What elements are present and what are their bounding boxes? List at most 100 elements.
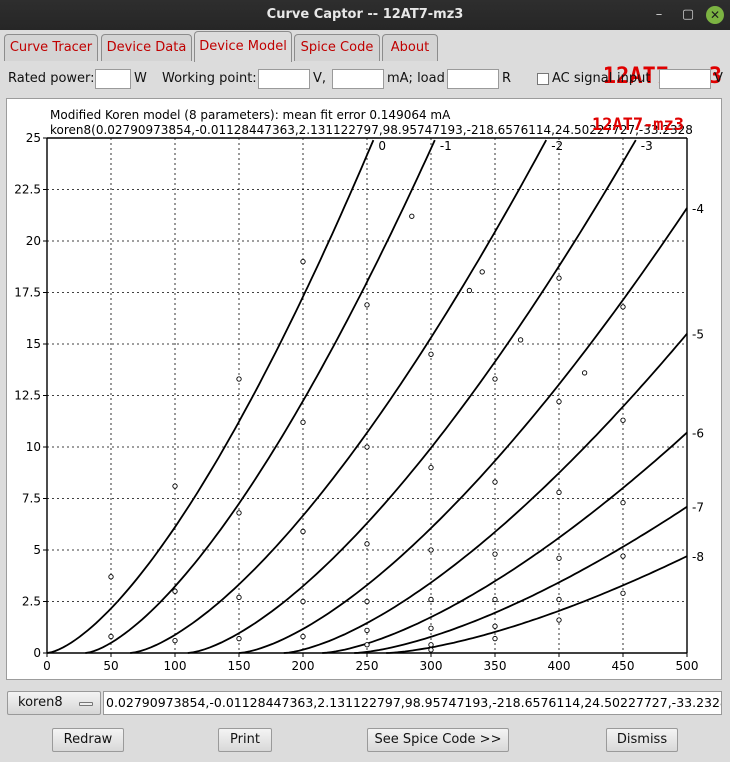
- data-point: [236, 594, 242, 601]
- data-point: [236, 376, 242, 382]
- x-tick-label: 50: [103, 659, 118, 673]
- working-point-label: Working point:: [162, 71, 257, 86]
- x-tick-label: 0: [43, 659, 51, 673]
- data-point: [556, 555, 562, 561]
- data-point: [428, 464, 434, 471]
- plate-curve--5: [283, 333, 688, 654]
- data-point: [492, 479, 498, 485]
- data-point: [620, 417, 626, 423]
- data-point: [466, 287, 473, 294]
- load-input[interactable]: [447, 69, 499, 89]
- dismiss-button[interactable]: Dismiss: [606, 728, 678, 752]
- plot-labels: 0 -1 -2 -3 -4 -5 -6 -7 -8: [378, 139, 704, 564]
- data-point: [492, 551, 498, 557]
- input-label: input: [617, 71, 651, 86]
- rated-power-label: Rated power:: [8, 71, 95, 86]
- data-point: [300, 633, 306, 640]
- x-tick-label: 250: [356, 659, 379, 673]
- title-bar[interactable]: Curve Captor -- 12AT7-mz3 – ▢ ✕: [0, 0, 730, 30]
- data-point: [556, 489, 562, 495]
- load-unit: R: [502, 71, 512, 86]
- curve-label--6: -6: [692, 427, 704, 441]
- data-point: [428, 547, 434, 553]
- data-point: [364, 541, 370, 547]
- x-tick-label: 200: [292, 659, 315, 673]
- curve-label--2: -2: [551, 139, 563, 153]
- y-tick-label: 10: [26, 440, 41, 454]
- input-unit: V: [714, 71, 723, 86]
- option-menu-icon: [79, 702, 93, 706]
- ac-signal-checkbox[interactable]: [537, 73, 549, 85]
- data-point: [479, 269, 485, 275]
- data-point: [556, 617, 562, 623]
- data-point: [492, 623, 498, 629]
- redraw-button[interactable]: Redraw: [52, 728, 124, 752]
- x-tick-label: 450: [612, 659, 635, 673]
- model-bar: koren8 0.02790973854,-0.01128447363,2.13…: [0, 688, 730, 718]
- curve-label-0: 0: [378, 139, 386, 153]
- model-select[interactable]: koren8: [7, 691, 101, 715]
- y-tick-label: 22.5: [14, 183, 41, 197]
- x-tick-label: 500: [676, 659, 699, 673]
- data-point: [172, 588, 178, 594]
- data-point: [364, 302, 370, 308]
- data-point: [409, 213, 415, 219]
- data-point: [620, 304, 626, 310]
- rated-power-input[interactable]: [95, 69, 131, 89]
- data-point: [300, 258, 306, 265]
- data-point: [620, 499, 626, 506]
- tab-spice-code[interactable]: Spice Code: [294, 34, 380, 61]
- data-point: [172, 483, 178, 489]
- data-point: [108, 633, 114, 640]
- working-point-voltage-input[interactable]: [258, 69, 310, 89]
- x-tick-label: 400: [548, 659, 571, 673]
- curve-label--3: -3: [641, 139, 653, 153]
- minimize-icon[interactable]: –: [650, 6, 668, 24]
- data-point: [300, 419, 306, 425]
- plate-curves-chart: 0 50 100 150 200 250 300 350 400 450 50002.557.510…: [14, 108, 704, 673]
- y-tick-label: 25: [26, 131, 41, 145]
- print-button[interactable]: Print: [218, 728, 272, 752]
- data-point: [428, 642, 434, 648]
- curve-label--4: -4: [692, 202, 704, 216]
- data-point: [364, 627, 370, 633]
- data-point: [428, 596, 434, 603]
- ac-signal-label: AC signal: [552, 71, 613, 86]
- data-point: [492, 376, 498, 382]
- y-tick-label: 2.5: [22, 595, 41, 609]
- data-point: [517, 337, 524, 343]
- curve-label--5: -5: [692, 328, 704, 342]
- x-tick-label: 100: [164, 659, 187, 673]
- data-point: [428, 647, 434, 653]
- maximize-icon[interactable]: ▢: [679, 6, 697, 24]
- model-parameters-input[interactable]: 0.02790973854,-0.01128447363,2.131122797…: [103, 691, 722, 715]
- working-point-current-input[interactable]: [332, 69, 384, 89]
- data-point: [364, 598, 370, 605]
- data-point: [620, 590, 626, 596]
- data-point: [236, 635, 242, 642]
- curve-label--8: -8: [692, 550, 704, 564]
- data-point: [364, 444, 370, 450]
- plot-watermark: 12AT7-mz3: [592, 115, 684, 135]
- y-tick-label: 5: [33, 543, 41, 557]
- y-tick-label: 20: [26, 234, 41, 248]
- data-point: [620, 553, 626, 559]
- see-spice-code-button[interactable]: See Spice Code >>: [367, 728, 509, 752]
- y-tick-label: 15: [26, 337, 41, 351]
- close-icon[interactable]: ✕: [706, 6, 724, 24]
- tab-bar: Curve Tracer Device Data Device Model Sp…: [0, 30, 730, 89]
- data-point: [581, 370, 588, 376]
- tab-curve-tracer[interactable]: Curve Tracer: [4, 34, 98, 61]
- data-point: [556, 596, 562, 603]
- rated-power-unit: W: [134, 71, 147, 86]
- data-point: [428, 625, 434, 631]
- tab-about[interactable]: About: [382, 34, 438, 61]
- input-voltage-input[interactable]: [659, 69, 711, 89]
- plot-curves: [46, 139, 688, 654]
- data-point: [364, 642, 370, 648]
- plot-axes: 0 50 100 150 200 250 300 350 400 450 50002.557.510…: [14, 131, 698, 673]
- tab-device-data[interactable]: Device Data: [101, 34, 192, 61]
- voltage-unit: V,: [313, 71, 327, 86]
- current-unit: mA; load: [387, 71, 445, 86]
- tab-device-model[interactable]: Device Model: [194, 31, 292, 62]
